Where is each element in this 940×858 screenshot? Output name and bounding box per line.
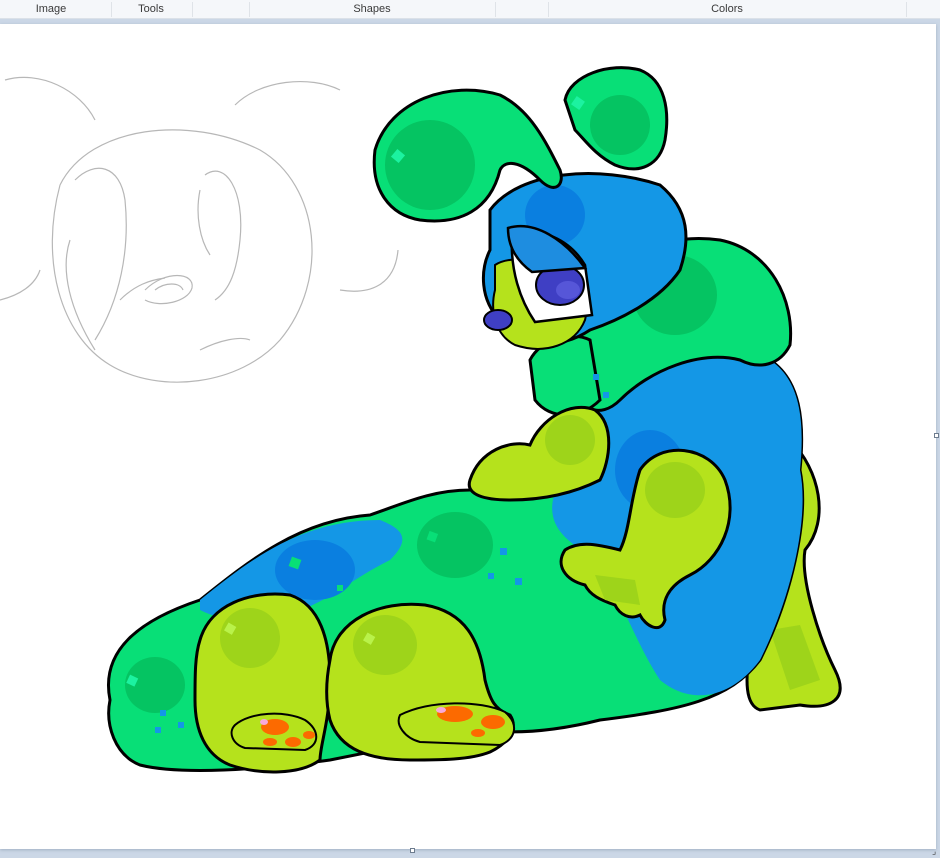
ribbon-group-colors[interactable]: Colors (549, 0, 905, 18)
ribbon-separator (495, 2, 496, 17)
pencil-sketch (0, 76, 399, 383)
ribbon-group-tools[interactable]: Tools (112, 0, 190, 18)
ribbon-group-labels: Image Tools Shapes Colors (0, 0, 940, 19)
canvas-resize-handle-bottom[interactable] (410, 848, 415, 853)
ribbon-group-image[interactable]: Image (0, 0, 102, 18)
canvas-resize-handle-right[interactable] (934, 433, 939, 438)
canvas-resize-corner-icon[interactable]: ⌟ (932, 847, 940, 856)
canvas-workspace[interactable]: ⌟ (0, 19, 940, 858)
ribbon-separator (906, 2, 907, 17)
ribbon-group-shapes[interactable]: Shapes (250, 0, 494, 18)
ribbon-separator (192, 2, 193, 17)
drawing-canvas[interactable] (0, 24, 936, 849)
artwork (0, 66, 842, 774)
